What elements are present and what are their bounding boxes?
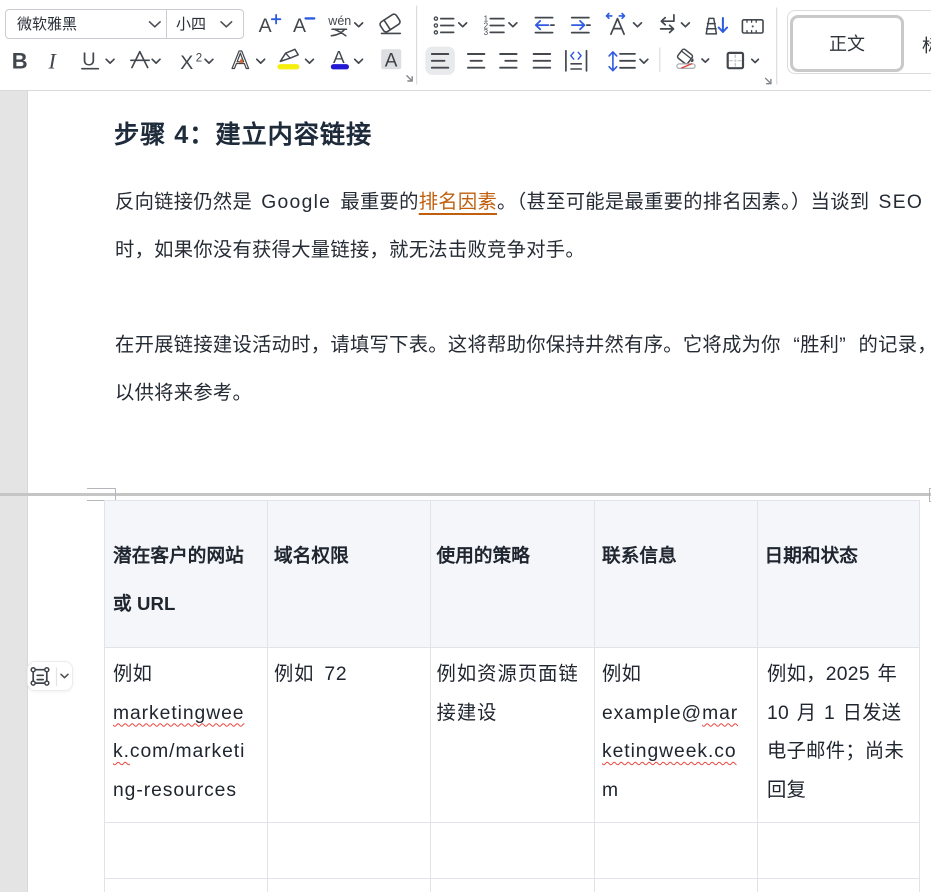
svg-text:A: A — [333, 47, 345, 67]
svg-text:3: 3 — [484, 28, 489, 37]
svg-text:B: B — [12, 49, 28, 74]
svg-text:U: U — [82, 48, 95, 69]
svg-text:I: I — [48, 49, 58, 74]
svg-text:X: X — [180, 52, 193, 74]
svg-text:A: A — [293, 15, 306, 37]
svg-text:A: A — [385, 50, 398, 71]
svg-text:A: A — [259, 15, 272, 37]
svg-text:wén: wén — [327, 14, 351, 28]
svg-text:2: 2 — [196, 53, 202, 65]
